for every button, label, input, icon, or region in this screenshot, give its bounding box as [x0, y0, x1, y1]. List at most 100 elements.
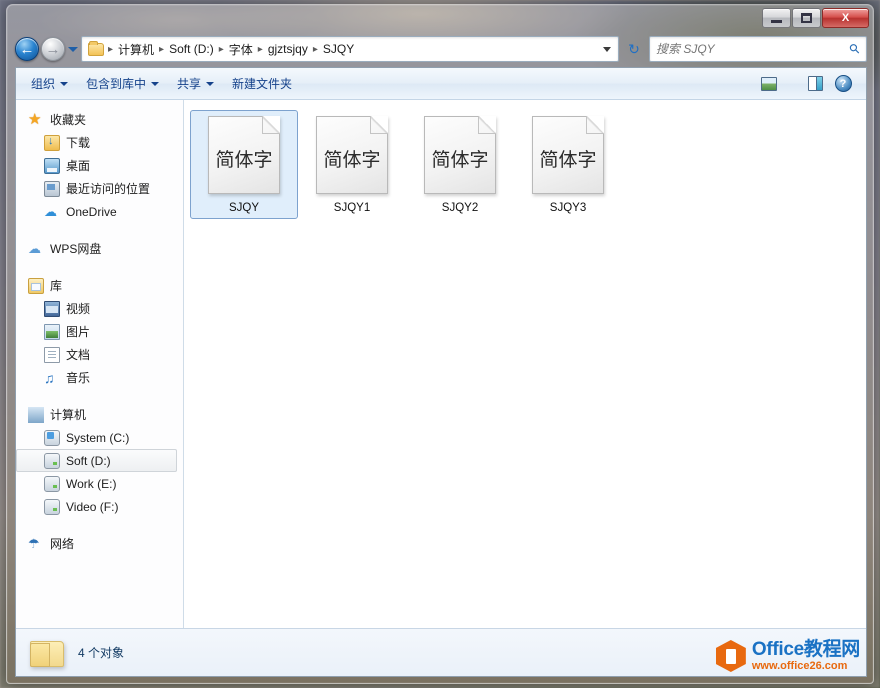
item-count-label: 4 个对象: [78, 646, 125, 660]
sidebar-section-network[interactable]: ☂ 网络: [16, 532, 183, 555]
sidebar-section-computer[interactable]: 计算机: [16, 403, 183, 426]
sidebar-item-work-e[interactable]: Work (E:): [16, 472, 183, 495]
sidebar-label: 桌面: [66, 159, 91, 173]
sidebar-label: Work (E:): [66, 476, 117, 491]
history-dropdown-icon[interactable]: [68, 47, 78, 52]
picture-icon: [44, 323, 60, 340]
file-item[interactable]: 简体字 SJQY1: [298, 110, 406, 219]
sidebar-label: 库: [50, 279, 63, 293]
sidebar-label: 视频: [66, 302, 91, 316]
new-folder-button[interactable]: 新建文件夹: [223, 70, 301, 97]
title-bar[interactable]: X: [7, 5, 873, 31]
sidebar-label: 下载: [66, 136, 91, 150]
breadcrumb-item-fonts[interactable]: 字体: [225, 38, 257, 61]
sidebar-item-videos[interactable]: 视频: [16, 297, 183, 320]
new-folder-label: 新建文件夹: [232, 77, 293, 91]
status-bar: 4 个对象 Office教程网 www.office26.com: [16, 628, 866, 676]
font-file-icon: 简体字: [316, 116, 388, 194]
organize-label: 组织: [31, 77, 56, 91]
address-bar[interactable]: ▸ 计算机 ▸ Soft (D:) ▸ 字体 ▸ gjztsjqy ▸ SJQY: [81, 36, 619, 62]
file-list-pane[interactable]: 简体字 SJQY 简体字 SJQY1 简体字 SJQY2 简体字 SJQY3: [184, 100, 866, 628]
font-preview-text: 简体字: [215, 148, 273, 171]
file-item[interactable]: 简体字 SJQY: [190, 110, 298, 219]
organize-button[interactable]: 组织: [22, 70, 77, 97]
minimize-button[interactable]: [762, 8, 791, 28]
breadcrumb-separator: ▸: [312, 43, 318, 55]
view-options-icon: [761, 76, 777, 91]
drive-icon: [44, 498, 60, 515]
window-controls: X: [762, 8, 869, 28]
help-button[interactable]: ?: [830, 72, 856, 96]
share-button[interactable]: 共享: [168, 70, 223, 97]
address-bar-row: ← → ▸ 计算机 ▸ Soft (D:) ▸ 字体 ▸ gjztsjqy ▸ …: [7, 31, 873, 67]
sidebar-item-music[interactable]: ♫ 音乐: [16, 366, 183, 389]
sidebar-label: 网络: [50, 537, 75, 551]
sidebar-label: 音乐: [66, 371, 91, 385]
file-item[interactable]: 简体字 SJQY3: [514, 110, 622, 219]
sidebar-item-pictures[interactable]: 图片: [16, 320, 183, 343]
preview-pane-button[interactable]: [802, 72, 828, 96]
chevron-down-icon: [60, 81, 69, 86]
maximize-button[interactable]: [792, 8, 821, 28]
folder-icon: [88, 40, 104, 56]
file-name: SJQY2: [441, 202, 479, 214]
back-button[interactable]: ←: [15, 37, 39, 61]
star-icon: ★: [28, 110, 42, 128]
breadcrumb-item-gjztsjqy[interactable]: gjztsjqy: [264, 39, 312, 59]
include-in-library-button[interactable]: 包含到库中: [77, 70, 168, 97]
address-dropdown-icon[interactable]: [603, 46, 611, 52]
watermark: Office教程网 www.office26.com: [715, 639, 860, 672]
font-preview-text: 简体字: [323, 148, 381, 171]
sidebar-label: 文档: [66, 348, 91, 362]
close-button[interactable]: X: [822, 8, 869, 28]
file-item[interactable]: 简体字 SJQY2: [406, 110, 514, 219]
sidebar-item-onedrive[interactable]: ☁ OneDrive: [16, 200, 183, 223]
computer-icon: [28, 406, 44, 423]
sidebar-item-documents[interactable]: 文档: [16, 343, 183, 366]
sidebar-section-favorites[interactable]: ★ 收藏夹: [16, 108, 183, 131]
sidebar-label: Soft (D:): [66, 453, 111, 468]
sidebar-item-downloads[interactable]: 下载: [16, 131, 183, 154]
font-file-icon: 简体字: [424, 116, 496, 194]
drive-icon: [44, 475, 60, 492]
view-options-button[interactable]: [756, 72, 782, 96]
video-icon: [44, 300, 60, 317]
sidebar-label: OneDrive: [66, 204, 117, 219]
sidebar-label: 图片: [66, 325, 91, 339]
chevron-down-icon: [151, 81, 160, 86]
sidebar-item-video-f[interactable]: Video (F:): [16, 495, 183, 518]
explorer-window: X ← → ▸ 计算机 ▸ Soft (D:) ▸ 字体 ▸ gjztsjqy …: [6, 4, 874, 684]
file-name: SJQY: [228, 202, 260, 214]
forward-button[interactable]: →: [41, 37, 65, 61]
navigation-pane: ★ 收藏夹 下载 桌面 最近访问的位置 ☁ OneDrive: [16, 100, 184, 628]
breadcrumb-item-computer[interactable]: 计算机: [114, 38, 158, 61]
sidebar-item-desktop[interactable]: 桌面: [16, 154, 183, 177]
library-icon: [28, 277, 44, 294]
network-icon: ☂: [28, 535, 40, 551]
breadcrumb-separator: ▸: [159, 43, 165, 55]
search-box[interactable]: ⚲: [649, 36, 867, 62]
content-split: ★ 收藏夹 下载 桌面 最近访问的位置 ☁ OneDrive: [16, 100, 866, 628]
share-label: 共享: [177, 77, 202, 91]
font-preview-text: 简体字: [539, 148, 597, 171]
sidebar-section-wps-cloud[interactable]: ☁ WPS网盘: [16, 237, 183, 260]
sidebar-item-recent-places[interactable]: 最近访问的位置: [16, 177, 183, 200]
sidebar-item-soft-d[interactable]: Soft (D:): [16, 449, 177, 472]
refresh-button[interactable]: ↻: [623, 36, 645, 62]
view-options-dropdown[interactable]: [784, 72, 800, 96]
sidebar-item-system-c[interactable]: System (C:): [16, 426, 183, 449]
breadcrumb-item-drive[interactable]: Soft (D:): [165, 39, 218, 59]
watermark-brand: Office教程网: [751, 639, 860, 660]
breadcrumb-separator: ▸: [108, 43, 114, 55]
breadcrumb-item-sjqy[interactable]: SJQY: [319, 39, 358, 59]
music-icon: ♫: [44, 369, 55, 386]
preview-pane-icon: [807, 76, 823, 91]
search-input[interactable]: [656, 42, 851, 56]
system-drive-icon: [44, 429, 60, 446]
downloads-icon: [44, 134, 60, 151]
sidebar-label: 最近访问的位置: [66, 182, 151, 196]
file-name: SJQY1: [333, 202, 371, 214]
sidebar-section-libraries[interactable]: 库: [16, 274, 183, 297]
